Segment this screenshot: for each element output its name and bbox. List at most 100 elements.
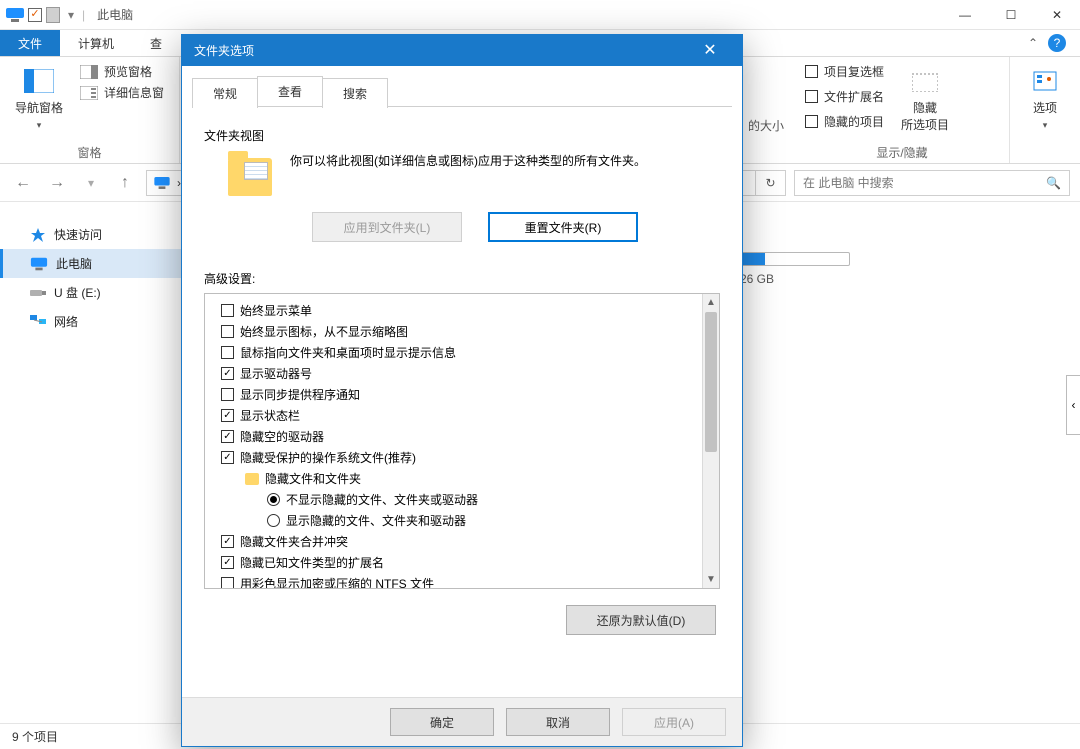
folder-icon: [228, 158, 272, 196]
details-pane-icon: [80, 86, 98, 100]
maximize-button[interactable]: ☐: [988, 0, 1034, 30]
scroll-up-icon[interactable]: ▲: [703, 294, 719, 311]
sidebar-item-network[interactable]: 网络: [0, 307, 181, 336]
tab-file[interactable]: 文件: [0, 30, 60, 56]
ribbon-collapse-icon[interactable]: ⌃: [1028, 36, 1038, 50]
options-button[interactable]: 选项 ▾: [1020, 63, 1070, 135]
item-count: 9 个项目: [12, 728, 58, 745]
tree-item[interactable]: 始终显示菜单: [209, 300, 698, 321]
tree-item[interactable]: 隐藏已知文件类型的扩展名: [209, 552, 698, 573]
tree-item-label: 鼠标指向文件夹和桌面项时显示提示信息: [240, 344, 456, 361]
tree-item[interactable]: 隐藏文件夹合并冲突: [209, 531, 698, 552]
back-button[interactable]: ←: [10, 174, 36, 192]
checkbox[interactable]: [221, 556, 234, 569]
tree-item-label: 始终显示图标，从不显示缩略图: [240, 323, 408, 340]
folder-options-dialog: 文件夹选项 ✕ 常规 查看 搜索 文件夹视图 你可以将此视图(如详细信息或图标)…: [181, 34, 743, 747]
tree-item-label: 用彩色显示加密或压缩的 NTFS 文件: [240, 575, 434, 588]
tree-item[interactable]: 隐藏空的驱动器: [209, 426, 698, 447]
tree-item[interactable]: 显示驱动器号: [209, 363, 698, 384]
ribbon-group-showhide-label: 显示/隐藏: [805, 142, 999, 161]
tree-item-label: 隐藏文件和文件夹: [265, 470, 361, 487]
tab-search[interactable]: 搜索: [322, 78, 388, 108]
tree-item[interactable]: 鼠标指向文件夹和桌面项时显示提示信息: [209, 342, 698, 363]
sidebar: 快速访问 此电脑 U 盘 (E:) 网络: [0, 202, 182, 723]
radio[interactable]: [267, 493, 280, 506]
history-dropdown[interactable]: ▾: [78, 176, 104, 190]
checkbox[interactable]: [221, 577, 234, 588]
apply-button: 应用(A): [622, 708, 726, 736]
checkbox[interactable]: [221, 304, 234, 317]
qat-check-icon[interactable]: [28, 8, 42, 22]
tree-item-label: 显示驱动器号: [240, 365, 312, 382]
scrollbar[interactable]: ▲ ▼: [702, 294, 719, 588]
checkbox[interactable]: [221, 409, 234, 422]
tree-item[interactable]: 不显示隐藏的文件、文件夹或驱动器: [209, 489, 698, 510]
tab-view[interactable]: 查看: [257, 76, 323, 106]
reset-folders-button[interactable]: 重置文件夹(R): [488, 212, 638, 242]
tree-item[interactable]: 隐藏文件和文件夹: [209, 468, 698, 489]
apply-to-folders-button: 应用到文件夹(L): [312, 212, 462, 242]
monitor-icon: [31, 257, 47, 270]
dialog-titlebar[interactable]: 文件夹选项 ✕: [182, 34, 742, 66]
item-checkboxes-toggle[interactable]: 项目复选框: [805, 63, 884, 80]
tree-item[interactable]: 始终显示图标，从不显示缩略图: [209, 321, 698, 342]
tree-item-label: 隐藏受保护的操作系统文件(推荐): [240, 449, 416, 466]
preview-pane-icon: [80, 65, 98, 79]
tree-item-label: 隐藏文件夹合并冲突: [240, 533, 348, 550]
radio[interactable]: [267, 514, 280, 527]
search-input[interactable]: 在 此电脑 中搜索 🔍: [794, 170, 1070, 196]
tab-view[interactable]: 查: [132, 30, 180, 56]
titlebar: ▾ | 此电脑 — ☐ ✕: [0, 0, 1080, 30]
help-icon[interactable]: ?: [1048, 34, 1066, 52]
cancel-button[interactable]: 取消: [506, 708, 610, 736]
tree-item-label: 隐藏空的驱动器: [240, 428, 324, 445]
details-pane-toggle[interactable]: 详细信息窗: [80, 84, 164, 101]
collapse-handle[interactable]: ‹: [1066, 375, 1080, 435]
checkbox[interactable]: [221, 535, 234, 548]
tree-item[interactable]: 显示同步提供程序通知: [209, 384, 698, 405]
sidebar-item-usb[interactable]: U 盘 (E:): [0, 278, 181, 307]
sidebar-item-quick-access[interactable]: 快速访问: [0, 220, 181, 249]
tree-item[interactable]: 显示隐藏的文件、文件夹和驱动器: [209, 510, 698, 531]
up-button[interactable]: ↑: [112, 174, 138, 192]
checkbox[interactable]: [221, 451, 234, 464]
scroll-down-icon[interactable]: ▼: [703, 571, 719, 588]
close-button[interactable]: ✕: [1034, 0, 1080, 30]
ok-button[interactable]: 确定: [390, 708, 494, 736]
qat-doc-icon[interactable]: [46, 7, 60, 23]
checkbox[interactable]: [221, 325, 234, 338]
tree-item-label: 显示状态栏: [240, 407, 300, 424]
tree-item-label: 显示同步提供程序通知: [240, 386, 360, 403]
tree-list[interactable]: 始终显示菜单始终显示图标，从不显示缩略图鼠标指向文件夹和桌面项时显示提示信息显示…: [205, 294, 702, 588]
file-extensions-toggle[interactable]: 文件扩展名: [805, 88, 884, 105]
tree-item[interactable]: 用彩色显示加密或压缩的 NTFS 文件: [209, 573, 698, 588]
hide-selected-button[interactable]: 隐藏 所选项目: [896, 63, 954, 137]
qat-dropdown-icon[interactable]: ▾: [64, 8, 78, 22]
ribbon-group-panes-label: 窗格: [10, 142, 169, 161]
hidden-items-toggle[interactable]: 隐藏的项目: [805, 113, 884, 130]
restore-defaults-button[interactable]: 还原为默认值(D): [566, 605, 716, 635]
folder-view-heading: 文件夹视图: [204, 127, 720, 144]
tab-computer[interactable]: 计算机: [60, 30, 132, 56]
search-icon: 🔍: [1046, 176, 1061, 190]
tree-item[interactable]: 显示状态栏: [209, 405, 698, 426]
tree-item-label: 显示隐藏的文件、文件夹和驱动器: [286, 512, 466, 529]
checkbox[interactable]: [221, 430, 234, 443]
checkbox[interactable]: [221, 367, 234, 380]
dropdown-caret-icon: ▾: [37, 120, 42, 131]
sidebar-item-this-pc[interactable]: 此电脑: [0, 249, 181, 278]
tab-general[interactable]: 常规: [192, 78, 258, 108]
refresh-button[interactable]: ↻: [755, 171, 785, 195]
checkbox[interactable]: [221, 346, 234, 359]
scroll-thumb[interactable]: [705, 312, 717, 452]
dialog-title: 文件夹选项: [194, 42, 254, 59]
checkbox[interactable]: [221, 388, 234, 401]
preview-pane-toggle[interactable]: 预览窗格: [80, 63, 164, 80]
forward-button[interactable]: →: [44, 174, 70, 192]
tree-item-label: 不显示隐藏的文件、文件夹或驱动器: [286, 491, 478, 508]
tree-item[interactable]: 隐藏受保护的操作系统文件(推荐): [209, 447, 698, 468]
minimize-button[interactable]: —: [942, 0, 988, 30]
address-icon: [154, 177, 169, 189]
nav-pane-button[interactable]: 导航窗格 ▾: [10, 63, 68, 135]
dialog-close-button[interactable]: ✕: [690, 40, 730, 60]
